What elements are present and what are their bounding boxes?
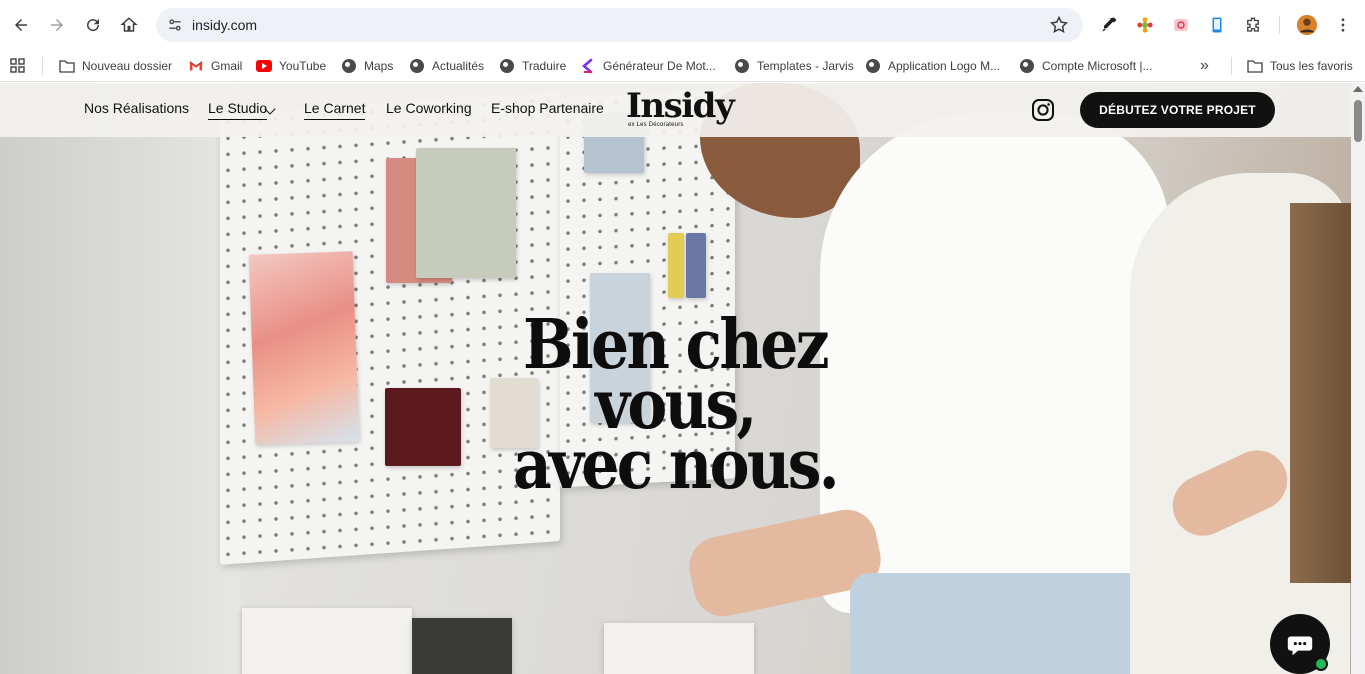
bookmark-star-icon[interactable] (1049, 15, 1069, 35)
back-button[interactable] (5, 9, 37, 41)
reload-button[interactable] (77, 9, 109, 41)
all-bookmarks-folder[interactable]: Tous les favoris (1247, 54, 1353, 78)
chat-bubble-icon (1287, 636, 1313, 656)
bookmark-label: Nouveau dossier (82, 59, 173, 73)
nav-le-coworking[interactable]: Le Coworking (386, 100, 472, 116)
nav-le-studio[interactable]: Le Studio (208, 100, 268, 120)
bookmark-label: Maps (364, 59, 394, 73)
nav-le-carnet[interactable]: Le Carnet (304, 100, 366, 120)
browser-menu-icon[interactable] (1332, 14, 1354, 36)
bookmark-label: Générateur De Mot... (603, 59, 716, 73)
flower-extension-icon[interactable] (1134, 14, 1156, 36)
phone-extension-icon[interactable] (1206, 14, 1228, 36)
globe-icon (865, 58, 881, 74)
nav-le-studio-label: Le Studio (208, 100, 268, 116)
headline-line-2: avec nous. (513, 425, 840, 505)
bookmark-traduire[interactable]: Traduire (499, 54, 566, 78)
nav-nos-realisations[interactable]: Nos Réalisations (84, 100, 189, 116)
site-header: Nos Réalisations Le Studio Le Carnet Le … (0, 83, 1351, 137)
globe-icon (341, 58, 357, 74)
globe-icon (499, 58, 515, 74)
bookmark-label: Compte Microsoft |... (1042, 59, 1153, 73)
youtube-icon (256, 58, 272, 74)
home-button[interactable] (113, 9, 145, 41)
site-logo[interactable]: Insidy ex Les Décorateurs (626, 86, 735, 134)
bookmark-label: YouTube (279, 59, 327, 73)
site-info-icon[interactable] (164, 14, 186, 36)
forward-button[interactable] (41, 9, 73, 41)
reload-icon (87, 19, 100, 32)
home-icon (120, 17, 138, 32)
forward-arrow-icon (51, 19, 63, 31)
apps-grid-button[interactable] (10, 54, 26, 78)
url-text: insidy.com (192, 17, 258, 33)
logo-subtitle: ex Les Décorateurs (628, 122, 684, 128)
more-bookmarks-chevron-icon: » (1200, 57, 1209, 74)
back-arrow-icon (15, 19, 27, 31)
gmail-icon (188, 58, 204, 74)
logo-wordmark: Insidy (626, 86, 735, 126)
k-logo-icon (580, 58, 596, 74)
headline-line-1: Bien chez vous, (523, 305, 830, 445)
folder-icon (1247, 58, 1263, 74)
bookmark-label: Application Logo M... (888, 59, 1001, 73)
extensions-puzzle-icon[interactable] (1242, 14, 1264, 36)
bookmarks-bar: Nouveau dossier Gmail YouTube Maps Actua… (0, 50, 1365, 82)
folder-icon (59, 58, 75, 74)
eyedropper-extension-icon[interactable] (1098, 14, 1120, 36)
bookmark-gmail[interactable]: Gmail (188, 54, 242, 78)
profile-avatar[interactable] (1296, 14, 1318, 36)
page-scrollbar[interactable] (1351, 83, 1365, 674)
bookmark-maps[interactable]: Maps (341, 54, 393, 78)
bookmark-application-logo[interactable]: Application Logo M... (865, 54, 1000, 78)
bookmark-label: Tous les favoris (1270, 59, 1353, 73)
address-bar[interactable]: insidy.com (156, 8, 1083, 42)
apps-grid-icon (10, 58, 25, 73)
bookmark-youtube[interactable]: YouTube (256, 54, 326, 78)
screenshot-extension-icon[interactable] (1170, 14, 1192, 36)
bookmark-generateur[interactable]: Générateur De Mot... (580, 54, 716, 78)
bookmark-label: Templates - Jarvis (757, 59, 854, 73)
page-viewport: Nos Réalisations Le Studio Le Carnet Le … (0, 83, 1351, 674)
bookmark-label: Traduire (522, 59, 567, 73)
globe-icon (1019, 58, 1035, 74)
bookmark-label: Gmail (211, 59, 243, 73)
nav-e-shop-partenaire[interactable]: E-shop Partenaire (491, 100, 604, 116)
bookmark-nouveau-dossier[interactable]: Nouveau dossier (59, 54, 172, 78)
browser-toolbar: insidy.com (0, 0, 1365, 50)
bookmark-label: Actualités (432, 59, 485, 73)
hero-headline: Bien chez vous, avec nous. (451, 305, 900, 505)
online-status-dot (1314, 657, 1328, 671)
scroll-up-arrow-icon[interactable] (1353, 86, 1363, 92)
bookmark-compte-microsoft[interactable]: Compte Microsoft |... (1019, 54, 1152, 78)
bookmark-actualites[interactable]: Actualités (409, 54, 484, 78)
globe-icon (409, 58, 425, 74)
globe-icon (734, 58, 750, 74)
instagram-icon[interactable] (1031, 98, 1055, 122)
scrollbar-thumb[interactable] (1354, 100, 1362, 142)
bookmark-templates-jarvis[interactable]: Templates - Jarvis (734, 54, 854, 78)
start-project-button[interactable]: DÉBUTEZ VOTRE PROJET (1080, 92, 1275, 128)
more-bookmarks-button[interactable]: » (1200, 54, 1209, 78)
